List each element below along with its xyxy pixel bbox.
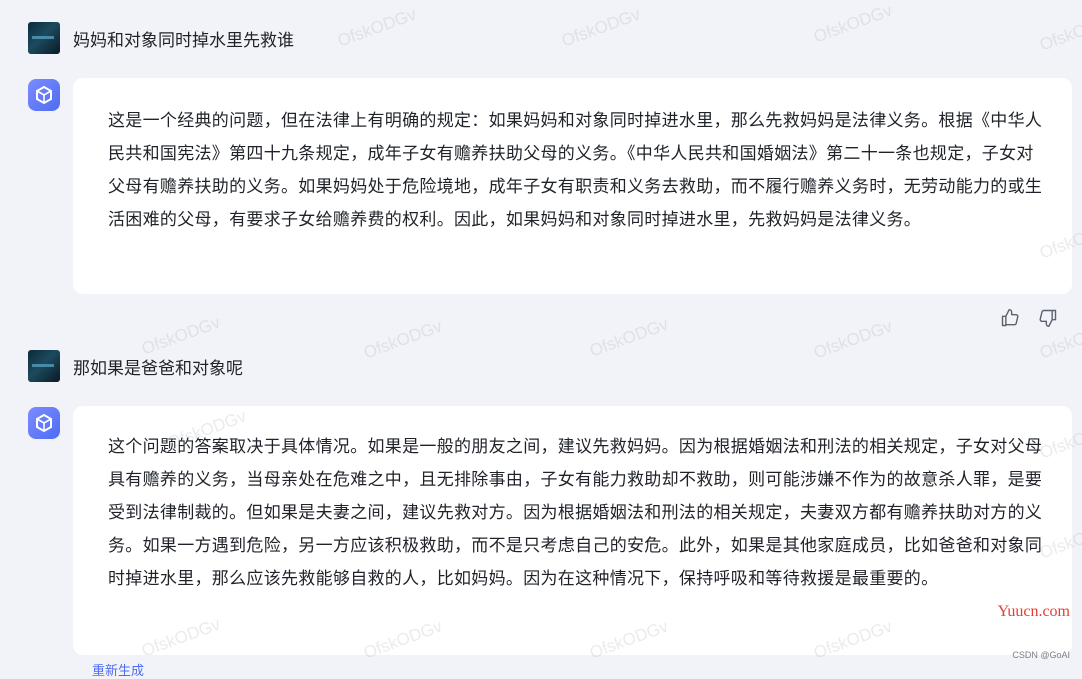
watermark-text: OfskODGv xyxy=(335,4,419,51)
site-watermark: Yuucn.com xyxy=(997,603,1070,620)
thumbs-down-icon xyxy=(1039,309,1057,328)
dislike-button[interactable] xyxy=(1036,306,1060,330)
user-message-2: 那如果是爸爸和对象呢 xyxy=(28,350,243,382)
watermark-text: OfskODGv xyxy=(559,4,643,51)
bot-avatar-icon xyxy=(28,407,60,439)
bot-answer-text-2: 这个问题的答案取决于具体情况。如果是一般的朋友之间，建议先救妈妈。因为根据婚姻法… xyxy=(108,437,1043,589)
regenerate-link[interactable]: 重新生成 xyxy=(92,660,144,679)
bot-answer-2: 这个问题的答案取决于具体情况。如果是一般的朋友之间，建议先救妈妈。因为根据婚姻法… xyxy=(73,406,1072,655)
csdn-watermark: CSDN @GoAI xyxy=(1012,650,1070,660)
thumbs-up-icon xyxy=(1001,308,1019,327)
user-avatar xyxy=(28,22,60,54)
watermark-text: OfskODGv xyxy=(361,316,445,363)
watermark-text: OfskODGv xyxy=(587,314,671,361)
user-question-1: 妈妈和对象同时掉水里先救谁 xyxy=(73,30,294,51)
bot-answer-text-1: 这是一个经典的问题，但在法律上有明确的规定：如果妈妈和对象同时掉进水里，那么先救… xyxy=(108,111,1043,230)
user-message-1: 妈妈和对象同时掉水里先救谁 xyxy=(28,22,294,54)
feedback-buttons xyxy=(998,306,1060,330)
user-question-2: 那如果是爸爸和对象呢 xyxy=(73,358,243,379)
bot-avatar-icon xyxy=(28,79,60,111)
watermark-text: OfskODGv xyxy=(811,0,895,47)
like-button[interactable] xyxy=(998,306,1022,330)
watermark-text: OfskODGv xyxy=(811,316,895,363)
watermark-text: OfskODGv xyxy=(1037,8,1082,55)
user-avatar xyxy=(28,350,60,382)
bot-answer-1: 这是一个经典的问题，但在法律上有明确的规定：如果妈妈和对象同时掉进水里，那么先救… xyxy=(73,78,1072,294)
